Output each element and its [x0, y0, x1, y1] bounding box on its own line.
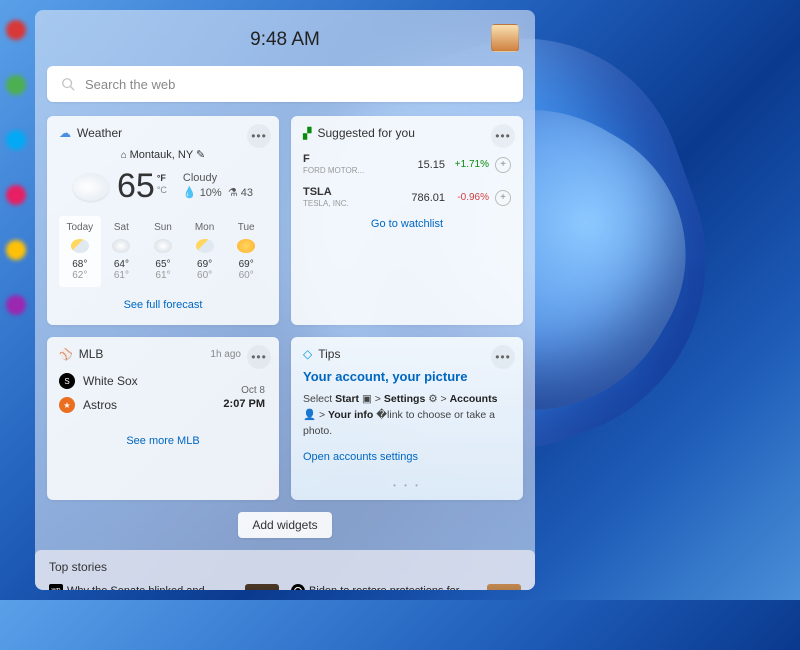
forecast-day[interactable]: Today68°62°: [59, 216, 101, 287]
stocks-more-button[interactable]: •••: [491, 124, 515, 148]
astros-logo-icon: ★: [59, 397, 75, 413]
search-placeholder: Search the web: [85, 77, 175, 92]
tips-pagination-dots[interactable]: • • •: [303, 481, 511, 490]
mlb-title: MLB: [79, 347, 104, 361]
weather-widget: ☁Weather ••• Montauk, NY ✎ 65 °F°C Cloud…: [47, 116, 279, 325]
clock-time: 9:48 AM: [250, 29, 320, 51]
see-full-forecast-link[interactable]: See full forecast: [59, 295, 267, 315]
tips-more-button[interactable]: •••: [491, 345, 515, 369]
stocks-title: Suggested for you: [317, 126, 414, 140]
add-widgets-button[interactable]: Add widgets: [238, 512, 331, 538]
forecast-day[interactable]: Mon69°60°: [184, 216, 226, 287]
unit-c[interactable]: °C: [157, 185, 167, 195]
chart-icon: ▞: [303, 127, 311, 140]
add-stock-button[interactable]: +: [495, 190, 511, 206]
top-stories-section: Top stories wpWhy the Senate blinked and…: [35, 550, 535, 590]
stocks-widget: ▞ Suggested for you ••• FFORD MOTOR...15.…: [291, 116, 523, 325]
weather-condition: Cloudy 💧 10% ⚗ 43: [183, 172, 253, 201]
weather-title: Weather: [77, 126, 122, 140]
top-stories-title: Top stories: [49, 560, 521, 574]
weather-icon: ☁: [59, 126, 71, 140]
widgets-panel: 9:48 AM Search the web ☁ Weather ••• Mont…: [35, 10, 535, 590]
forecast-day[interactable]: Sun65°61°: [142, 216, 184, 287]
tip-icon: ◇: [303, 347, 312, 361]
forecast-row: Today68°62°Sat64°61°Sun65°61°Mon69°60°Tu…: [59, 216, 267, 287]
current-temp: 65 °F°C: [117, 167, 167, 206]
unit-f[interactable]: °F: [157, 173, 167, 183]
search-input[interactable]: Search the web: [47, 66, 523, 102]
add-stock-button[interactable]: +: [495, 157, 511, 173]
see-more-mlb-link[interactable]: See more MLB: [59, 431, 267, 451]
desktop-edge-icons: [6, 20, 26, 315]
game-datetime: Oct 82:07 PM: [223, 385, 265, 410]
tips-headline: Your account, your picture: [303, 369, 511, 384]
whitesox-logo-icon: S: [59, 373, 75, 389]
current-weather-icon: [73, 173, 109, 201]
stock-row[interactable]: TSLATESLA, INC.786.01-0.96%+: [303, 181, 511, 214]
news-item[interactable]: Biden to restore protections for three n…: [291, 584, 521, 590]
tips-body: Select Start ▣ > Settings ⚙ > Accounts 👤…: [303, 392, 511, 439]
news-thumb: [487, 584, 521, 590]
tips-widget: ◇ Tips ••• Your account, your picture Sel…: [291, 337, 523, 500]
forecast-day[interactable]: Tue69°60°: [225, 216, 267, 287]
open-accounts-settings-link[interactable]: Open accounts settings: [303, 447, 511, 467]
weather-location[interactable]: Montauk, NY ✎: [59, 148, 267, 161]
user-avatar[interactable]: [491, 24, 519, 52]
news-item[interactable]: wpWhy the Senate blinked and moved back …: [49, 584, 279, 590]
news-thumb: [245, 584, 279, 590]
weather-more-button[interactable]: •••: [247, 124, 271, 148]
mlb-more-button[interactable]: •••: [247, 345, 271, 369]
mlb-icon: ⚾: [59, 348, 73, 361]
tips-title: Tips: [318, 347, 340, 361]
go-to-watchlist-link[interactable]: Go to watchlist: [303, 214, 511, 234]
forecast-day[interactable]: Sat64°61°: [101, 216, 143, 287]
mlb-widget: ⚾MLB 1h ago ••• SWhite Sox ★Astros Oct 8…: [47, 337, 279, 500]
mlb-timestamp: 1h ago: [210, 349, 241, 360]
stock-row[interactable]: FFORD MOTOR...15.15+1.71%+: [303, 148, 511, 181]
search-icon: [61, 77, 75, 91]
